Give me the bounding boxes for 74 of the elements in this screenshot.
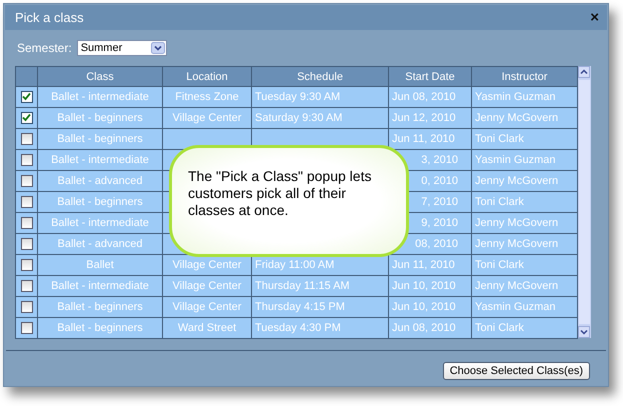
checkbox[interactable] — [20, 196, 32, 208]
table-cell: Jenny McGovern — [475, 112, 558, 124]
semester-label: Semester: — [17, 41, 72, 55]
checkbox[interactable] — [20, 238, 32, 250]
checkbox[interactable] — [20, 175, 32, 188]
table-cell: Ballet - beginners — [57, 196, 143, 208]
table-cell: Ballet - advanced — [58, 238, 142, 250]
scroll-down-icon[interactable] — [578, 326, 590, 338]
table-cell: Friday 11:00 AM — [255, 259, 334, 271]
table-cell: Tuesday 9:30 AM — [255, 91, 340, 103]
table-cell: Jun 08, 2010 — [392, 322, 456, 334]
table-cell: Thursday 4:15 PM — [255, 301, 345, 313]
table-cell: Ballet - beginners — [57, 301, 143, 313]
checkbox[interactable] — [20, 112, 32, 124]
checkbox[interactable] — [20, 133, 32, 146]
table-cell: Ballet - beginners — [57, 322, 143, 334]
table-cell: Yasmin Guzman — [475, 154, 556, 166]
table-cell: 3, 2010 — [421, 154, 458, 166]
checkbox[interactable] — [20, 301, 32, 314]
table-cell: Ward Street — [178, 322, 236, 334]
table-cell: Toni Clark — [475, 133, 524, 145]
checkbox[interactable] — [20, 322, 32, 334]
table-cell: 7, 2010 — [421, 196, 458, 208]
table-cell: Ballet - intermediate — [51, 154, 149, 166]
table-cell: Thursday 11:15 AM — [255, 280, 350, 292]
table-cell: Yasmin Guzman — [475, 91, 556, 103]
semester-dropdown[interactable]: Summer — [76, 40, 167, 56]
table-cell: Jenny McGovern — [475, 175, 558, 187]
table-cell: Fitness Zone — [175, 91, 239, 103]
table-cell: Village Center — [172, 301, 242, 313]
table-cell: Village Center — [172, 280, 242, 292]
table-cell: 08, 2010 — [415, 238, 458, 250]
table-cell: Ballet — [86, 259, 114, 271]
column-header[interactable]: Start Date — [388, 66, 472, 86]
table-cell: 0, 2010 — [421, 175, 458, 187]
table-cell: Toni Clark — [475, 259, 524, 271]
table-cell: Ballet - advanced — [58, 175, 142, 187]
table-cell: Yasmin Guzman — [475, 301, 556, 313]
table-cell: Toni Clark — [475, 322, 524, 334]
checkbox[interactable] — [20, 280, 32, 292]
table-cell: Saturday 9:30 AM — [255, 112, 342, 124]
column-header[interactable]: Class — [38, 66, 162, 86]
table-cell: Village Center — [172, 112, 242, 124]
table-cell: Toni Clark — [475, 196, 524, 208]
checkbox[interactable] — [20, 217, 32, 230]
table-cell: Jenny McGovern — [475, 238, 558, 250]
table-cell: Jenny McGovern — [475, 280, 558, 292]
callout-text: The "Pick a Class" popup lets customers pick all of their classes at once. — [188, 168, 372, 219]
table-cell: Jun 10, 2010 — [392, 280, 456, 292]
table-cell: Jun 11, 2010 — [392, 133, 455, 145]
table-cell: Ballet - intermediate — [51, 91, 149, 103]
choose-button[interactable]: Choose Selected Class(es) — [442, 362, 590, 380]
close-button[interactable]: × — [590, 10, 599, 25]
table-cell: Ballet - beginners — [57, 133, 143, 145]
checkbox[interactable] — [20, 259, 32, 272]
table-cell: Jun 08, 2010 — [392, 91, 456, 103]
table-cell: 9, 2010 — [421, 217, 458, 229]
column-header[interactable]: Instructor — [472, 66, 578, 86]
table-cell: Ballet - beginners — [57, 112, 143, 124]
table-cell: Jun 12, 2010 — [392, 112, 456, 124]
window-title: Pick a class — [15, 10, 84, 25]
scrollbar[interactable] — [578, 66, 591, 338]
column-header[interactable]: Schedule — [252, 66, 388, 86]
table-cell: Jun 10, 2010 — [392, 301, 456, 313]
checkbox[interactable] — [20, 154, 32, 166]
table-cell: Ballet - intermediate — [51, 280, 149, 292]
checkbox[interactable] — [20, 91, 32, 104]
table-cell: Ballet - intermediate — [51, 217, 149, 229]
table-cell: Tuesday 4:30 PM — [255, 322, 341, 334]
table-cell: Jun 11, 2010 — [392, 259, 455, 271]
scroll-up-icon[interactable] — [578, 66, 590, 78]
column-header[interactable]: Location — [162, 66, 252, 86]
table-cell: Village Center — [172, 259, 242, 271]
table-cell: Jenny McGovern — [475, 217, 558, 229]
